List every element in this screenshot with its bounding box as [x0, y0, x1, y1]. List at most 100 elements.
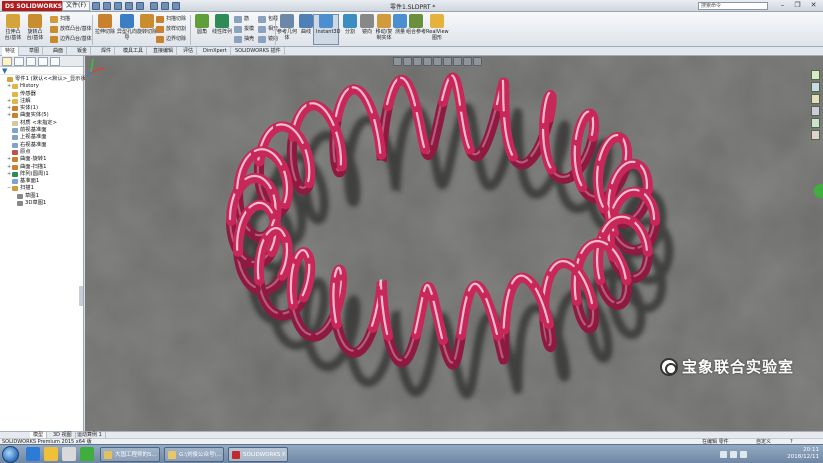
- tree-node[interactable]: 零件1 (默认<<默认>_显示状态: [0, 76, 91, 83]
- new-file-icon[interactable]: [92, 2, 100, 10]
- tree-node[interactable]: 3D草图1: [0, 200, 83, 207]
- tree-expander-icon[interactable]: +: [7, 164, 11, 171]
- system-clock[interactable]: 20:11 2018/12/11: [787, 447, 819, 461]
- taskbar-browser-icon[interactable]: [44, 447, 58, 461]
- hole-wizard-button[interactable]: 异型孔向导: [117, 14, 137, 41]
- apply-scene-icon[interactable]: [473, 57, 482, 66]
- tree-expander-icon[interactable]: +: [7, 105, 11, 112]
- extrude-boss-button[interactable]: 拉伸凸台/基体: [3, 14, 23, 41]
- loft-boss-button[interactable]: 放样凸台/基体: [50, 25, 92, 34]
- select-icon[interactable]: [150, 2, 158, 10]
- section-view-icon[interactable]: [423, 57, 432, 66]
- solidworks-resources-icon[interactable]: [811, 70, 820, 80]
- tree-node[interactable]: + 阵列(圆周)1: [0, 171, 83, 178]
- tray-network-icon[interactable]: [720, 451, 727, 458]
- hide-show-items-icon[interactable]: [453, 57, 462, 66]
- tree-expander-icon[interactable]: −: [7, 185, 11, 192]
- rebuild-icon[interactable]: [161, 2, 169, 10]
- tab-features[interactable]: 特征: [2, 47, 20, 56]
- expand-pane-arrow-icon[interactable]: [814, 184, 823, 198]
- appearances-icon[interactable]: [811, 118, 820, 128]
- tree-node[interactable]: + 注解: [0, 98, 83, 105]
- edit-appearance-icon[interactable]: [463, 57, 472, 66]
- tab-sketch[interactable]: 草图: [26, 47, 44, 56]
- shell-button[interactable]: 抽壳: [234, 35, 254, 44]
- instant3d-button[interactable]: Instant3D: [316, 14, 340, 35]
- tab-sheet-metal[interactable]: 钣金: [74, 47, 92, 56]
- close-button[interactable]: ✕: [808, 1, 819, 10]
- restore-button[interactable]: ❐: [792, 1, 803, 10]
- tree-node[interactable]: 传感器: [0, 91, 83, 98]
- draft-button[interactable]: 拔模: [234, 25, 254, 34]
- tree-node[interactable]: + 曲面实体(5): [0, 112, 83, 119]
- tree-node[interactable]: 右视基准面: [0, 142, 83, 149]
- open-file-icon[interactable]: [103, 2, 111, 10]
- lofted-cut-button[interactable]: 放样切割: [156, 25, 186, 34]
- revolve-cut-button[interactable]: 旋转切除: [137, 14, 157, 35]
- tree-expander-icon[interactable]: +: [7, 171, 11, 178]
- tray-volume-icon[interactable]: [730, 451, 737, 458]
- search-commands-input[interactable]: 搜索命令: [698, 2, 768, 10]
- tree-node[interactable]: 上视基准面: [0, 134, 83, 141]
- minimize-button[interactable]: –: [777, 1, 788, 10]
- tree-node[interactable]: + 曲面-旋转1: [0, 156, 83, 163]
- tab-direct-editing[interactable]: 直接编辑: [150, 47, 178, 56]
- tab-weldments[interactable]: 焊件: [98, 47, 116, 56]
- view-orientation-icon[interactable]: [433, 57, 442, 66]
- tab-solidworks-addins[interactable]: SOLIDWORKS 插件: [232, 47, 285, 56]
- display-manager-tab-icon[interactable]: [50, 57, 60, 66]
- taskbar-explorer-icon[interactable]: [62, 447, 76, 461]
- swept-cut-button[interactable]: 扫描切除: [156, 15, 186, 24]
- previous-view-icon[interactable]: [413, 57, 422, 66]
- feature-manager-tab-icon[interactable]: [2, 57, 12, 66]
- tree-node[interactable]: 材质 <未指定>: [0, 120, 83, 127]
- solidworks-logo[interactable]: DS SOLIDWORKS: [2, 1, 66, 11]
- taskbar-wechat-icon[interactable]: [80, 447, 94, 461]
- tree-node[interactable]: − 扫描1: [0, 185, 83, 192]
- taskbar-task-solidworks[interactable]: SOLIDWORKS P...: [228, 447, 288, 462]
- zoom-area-icon[interactable]: [403, 57, 412, 66]
- property-manager-tab-icon[interactable]: [14, 57, 24, 66]
- taskbar-app-icon[interactable]: [26, 447, 40, 461]
- file-menu-button[interactable]: 文件(F): [62, 1, 91, 11]
- zoom-to-fit-icon[interactable]: [393, 57, 402, 66]
- options-icon[interactable]: [172, 2, 180, 10]
- taskbar-task-2[interactable]: G:\刘俊公众号\...: [164, 447, 224, 462]
- tab-dimxpert[interactable]: DimXpert: [200, 47, 231, 56]
- tree-expander-icon[interactable]: +: [7, 112, 11, 119]
- tray-ime-icon[interactable]: [740, 451, 747, 458]
- tree-node[interactable]: + History: [0, 83, 83, 90]
- dimxpert-manager-tab-icon[interactable]: [38, 57, 48, 66]
- design-library-icon[interactable]: [811, 82, 820, 92]
- save-icon[interactable]: [114, 2, 122, 10]
- undo-icon[interactable]: [136, 2, 144, 10]
- print-icon[interactable]: [125, 2, 133, 10]
- boundary-cut-button[interactable]: 边界切除: [156, 35, 186, 44]
- tab-surfaces[interactable]: 曲面: [50, 47, 68, 56]
- tree-filter[interactable]: ▼: [0, 67, 83, 75]
- taskbar-task-1[interactable]: 大国工程师的S...: [100, 447, 160, 462]
- revolve-boss-button[interactable]: 旋转凸台/基体: [25, 14, 45, 41]
- panel-splitter-handle[interactable]: [79, 286, 83, 306]
- reference-geometry-button[interactable]: 参考几何体: [277, 14, 297, 41]
- tree-expander-icon[interactable]: +: [7, 98, 11, 105]
- tree-node[interactable]: 基准面1: [0, 178, 83, 185]
- linear-pattern-button[interactable]: 线性阵列: [212, 14, 232, 35]
- tab-evaluate[interactable]: 评估: [180, 47, 198, 56]
- display-style-icon[interactable]: [443, 57, 452, 66]
- realview-button[interactable]: RealView 图形: [426, 14, 449, 41]
- custom-properties-icon[interactable]: [811, 130, 820, 140]
- boundary-boss-button[interactable]: 边界凸台/基体: [50, 35, 92, 44]
- start-button-icon[interactable]: [2, 446, 19, 463]
- view-palette-icon[interactable]: [811, 106, 820, 116]
- extrude-cut-button[interactable]: 拉伸切除: [95, 14, 115, 35]
- rib-button[interactable]: 筋: [234, 15, 249, 24]
- sweep-button[interactable]: 扫描: [50, 15, 70, 24]
- tree-expander-icon[interactable]: +: [7, 83, 11, 90]
- configuration-manager-tab-icon[interactable]: [26, 57, 36, 66]
- file-explorer-icon[interactable]: [811, 94, 820, 104]
- tree-expander-icon[interactable]: +: [7, 156, 11, 163]
- tab-mold-tools[interactable]: 模具工具: [120, 47, 148, 56]
- combine-reference-button[interactable]: 组合参考: [406, 14, 426, 35]
- tree-node[interactable]: 草图1: [0, 193, 83, 200]
